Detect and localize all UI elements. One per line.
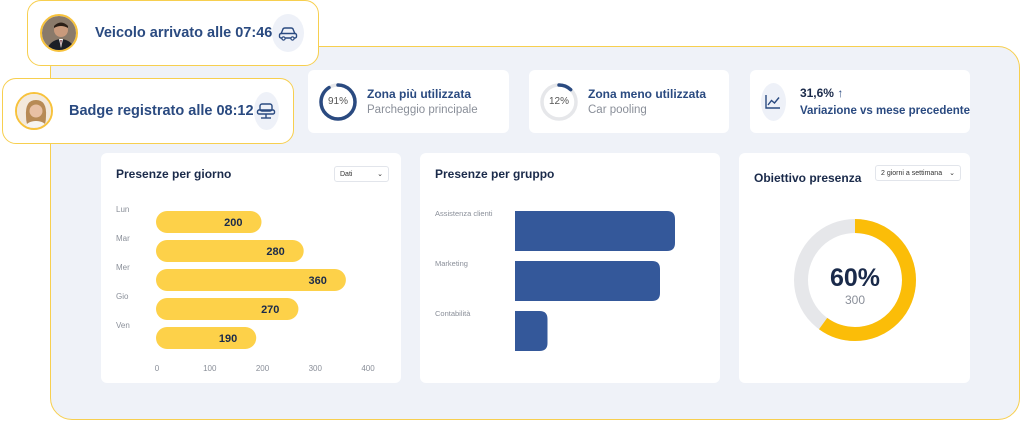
tick-label: 0 <box>155 364 160 373</box>
category-label: Lun <box>116 205 129 214</box>
kpi-description: Variazione vs mese precedente <box>799 105 970 117</box>
bar-chart-presenze-gruppo: Assistenza clienti Marketing Contabilità <box>435 209 675 351</box>
variation-value: 31,6% <box>799 86 834 100</box>
category-label: Contabilità <box>435 309 471 318</box>
bar <box>515 261 660 301</box>
percent-label: 91% <box>327 96 348 107</box>
category-label: Gio <box>116 292 129 301</box>
tick-label: 400 <box>361 364 375 373</box>
category-label: Mer <box>116 263 130 272</box>
category-label: Mar <box>116 234 130 243</box>
notification-text: Veicolo arrivato alle 07:46 <box>95 25 273 41</box>
bar-chart-presenze-giorno: Lun 200 Mar 280 Mer 360 Gio 270 Ven 190 0 100 200 300… <box>116 205 375 373</box>
bar <box>156 211 262 233</box>
data-label: 270 <box>261 304 279 316</box>
tick-label: 100 <box>203 364 217 373</box>
bar <box>156 327 257 349</box>
progress-ring: 91% <box>318 82 358 122</box>
kpi-value: 31,6% ↑ <box>800 86 970 100</box>
tick-label: 300 <box>309 364 323 373</box>
chart-card-presenze-giorno: Presenze per giorno Dati ⌄ Lun 200 Mar 280 M… <box>101 153 401 383</box>
data-label: 360 <box>309 275 327 287</box>
kpi-subtitle: Car pooling <box>588 104 647 116</box>
percent-label: 12% <box>548 96 569 107</box>
bar <box>515 311 548 351</box>
goal-percent: 60% <box>830 264 880 292</box>
category-label: Marketing <box>435 259 468 268</box>
avatar <box>40 14 78 52</box>
kpi-title: Zona meno utilizzata <box>588 87 707 101</box>
data-label: 190 <box>219 333 237 345</box>
kpi-variation: 31,6% ↑ Variazione vs mese precedente <box>750 70 970 133</box>
category-label: Ven <box>116 321 130 330</box>
notification-badge[interactable]: Badge registrato alle 08:12 <box>2 78 294 144</box>
bar <box>515 211 675 251</box>
progress-ring: 12% <box>539 82 579 122</box>
category-label: Assistenza clienti <box>435 209 493 218</box>
data-label: 280 <box>266 246 284 258</box>
notification-text: Badge registrato alle 08:12 <box>69 103 254 119</box>
line-chart-icon <box>761 82 786 121</box>
kpi-least-used-zone: 12% Zona meno utilizzata Car pooling <box>529 70 729 133</box>
notification-vehicle[interactable]: Veicolo arrivato alle 07:46 <box>27 0 319 66</box>
chart-card-presenze-gruppo: Presenze per gruppo Assistenza clienti Ma… <box>420 153 720 383</box>
car-icon <box>272 14 304 52</box>
data-label: 200 <box>224 217 242 229</box>
arrow-up-icon: ↑ <box>837 86 844 100</box>
tick-label: 200 <box>256 364 270 373</box>
goal-count: 300 <box>845 293 865 307</box>
kpi-subtitle: Parcheggio principale <box>367 104 478 116</box>
chart-card-obiettivo: Obiettivo presenza 2 giorni a settimana … <box>739 153 970 383</box>
armchair-icon <box>253 92 279 130</box>
avatar <box>15 92 53 130</box>
goal-donut: 60% 300 <box>794 219 916 341</box>
kpi-title: Zona più utilizzata <box>367 87 471 101</box>
dashboard-illustration: Veicolo arrivato alle 07:46 Badge regist… <box>0 0 1024 423</box>
kpi-most-used-zone: 91% Zona più utilizzata Parcheggio princ… <box>308 70 509 133</box>
